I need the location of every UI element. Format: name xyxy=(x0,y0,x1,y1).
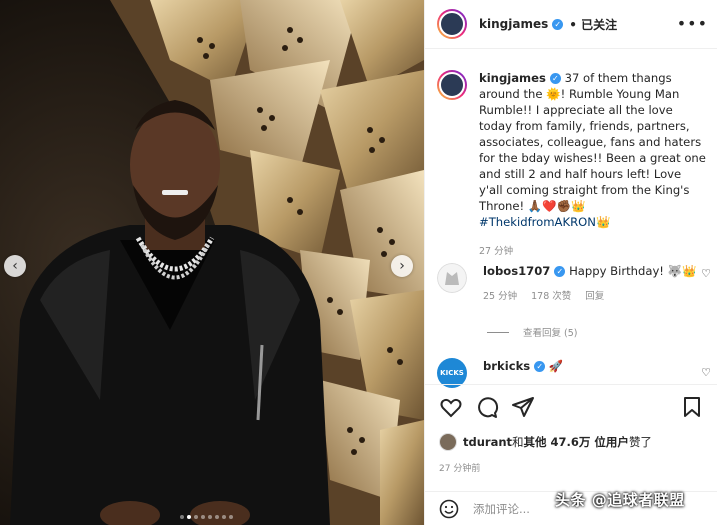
like-comment-heart-icon[interactable]: ♡ xyxy=(701,366,711,379)
comment-item: lobos1707 ✓ Happy Birthday! 🐺👑 25 分钟 178 … xyxy=(437,263,711,305)
post-actions-bar xyxy=(425,384,717,429)
chevron-left-icon: ‹ xyxy=(12,258,18,274)
reply-button[interactable]: 回复 xyxy=(585,289,604,305)
carousel-dot xyxy=(194,515,198,519)
caption-text: kingjames ✓ 37 of them thangs around the … xyxy=(479,70,707,260)
likes-connector: 和 xyxy=(512,435,524,449)
liker-avatar xyxy=(439,433,457,451)
liker-username[interactable]: tdurant xyxy=(463,435,512,449)
caption-emojis: 🙏🏾❤️✊🏾👑 xyxy=(527,199,586,213)
carousel-dot xyxy=(215,515,219,519)
carousel-indicator xyxy=(180,515,233,519)
view-replies-label: 查看回复 (5) xyxy=(523,328,578,339)
verified-badge-icon: ✓ xyxy=(534,361,546,372)
verified-badge-icon: ✓ xyxy=(554,266,566,277)
commenter-username[interactable]: lobos1707 xyxy=(483,264,550,278)
caption-time: 27 分钟 xyxy=(479,246,514,257)
caption-avatar[interactable] xyxy=(437,70,467,100)
photo-illustration xyxy=(0,0,424,525)
comment-text: 🚀 xyxy=(548,359,564,373)
view-replies-button[interactable]: 查看回复 (5) xyxy=(487,325,577,339)
carousel-dot xyxy=(201,515,205,519)
author-avatar[interactable] xyxy=(437,9,467,39)
previous-image-button[interactable]: ‹ xyxy=(4,255,26,277)
post-side-panel: kingjames ✓ • 已关注 ••• kingjames ✓ 37 of t… xyxy=(424,0,717,525)
chevron-right-icon: › xyxy=(399,258,405,274)
author-username[interactable]: kingjames xyxy=(479,17,548,31)
heart-icon[interactable] xyxy=(439,395,463,419)
commenter-avatar[interactable] xyxy=(437,263,467,293)
comment-icon[interactable] xyxy=(475,395,499,419)
like-comment-heart-icon[interactable]: ♡ xyxy=(701,267,711,280)
emoji-icon[interactable] xyxy=(439,499,459,519)
avatar-logo-text: KICKS xyxy=(440,369,464,377)
instagram-post-view: ‹ › kingjames ✓ • 已关注 ••• kingjames ✓ 37… xyxy=(0,0,717,525)
post-header: kingjames ✓ • 已关注 ••• xyxy=(425,0,717,49)
follow-status-button[interactable]: • 已关注 xyxy=(569,16,617,33)
comment-time: 25 分钟 xyxy=(483,291,518,302)
verified-badge-icon: ✓ xyxy=(552,18,564,30)
caption-body-2: ! Rumble Young Man Rumble!! I appreciate… xyxy=(479,87,706,213)
carousel-dot xyxy=(208,515,212,519)
add-comment-input[interactable]: 添加评论... xyxy=(473,501,530,517)
bookmark-icon[interactable] xyxy=(680,395,704,419)
comment-likes[interactable]: 178 次赞 xyxy=(531,289,571,305)
caption-username[interactable]: kingjames xyxy=(479,71,546,85)
next-image-button[interactable]: › xyxy=(391,255,413,277)
post-photo[interactable]: ‹ › xyxy=(0,0,424,525)
likes-count[interactable]: 其他 47.6万 位用户 xyxy=(524,434,629,450)
share-icon[interactable] xyxy=(511,395,535,419)
likes-suffix: 赞了 xyxy=(628,435,652,449)
likes-summary[interactable]: tdurant 和 其他 47.6万 位用户 赞了 xyxy=(439,433,652,451)
carousel-dot xyxy=(229,515,233,519)
more-options-icon[interactable]: ••• xyxy=(677,14,708,33)
watermark-text: 头条 @追球者联盟 xyxy=(555,491,685,509)
divider xyxy=(487,331,509,333)
hashtag-emoji: 👑 xyxy=(595,215,611,229)
post-caption: kingjames ✓ 37 of them thangs around the … xyxy=(437,70,707,260)
hashtag-link[interactable]: #ThekidfromAKRON xyxy=(479,215,596,229)
carousel-dot xyxy=(180,515,184,519)
verified-badge-icon: ✓ xyxy=(549,73,561,84)
carousel-dot xyxy=(222,515,226,519)
commenter-username[interactable]: brkicks xyxy=(483,359,530,373)
post-timestamp: 27 分钟前 xyxy=(439,464,481,474)
comment-text: Happy Birthday! 🐺👑 xyxy=(569,264,697,278)
sun-emoji: 🌞 xyxy=(546,87,561,101)
carousel-dot-active xyxy=(187,515,191,519)
